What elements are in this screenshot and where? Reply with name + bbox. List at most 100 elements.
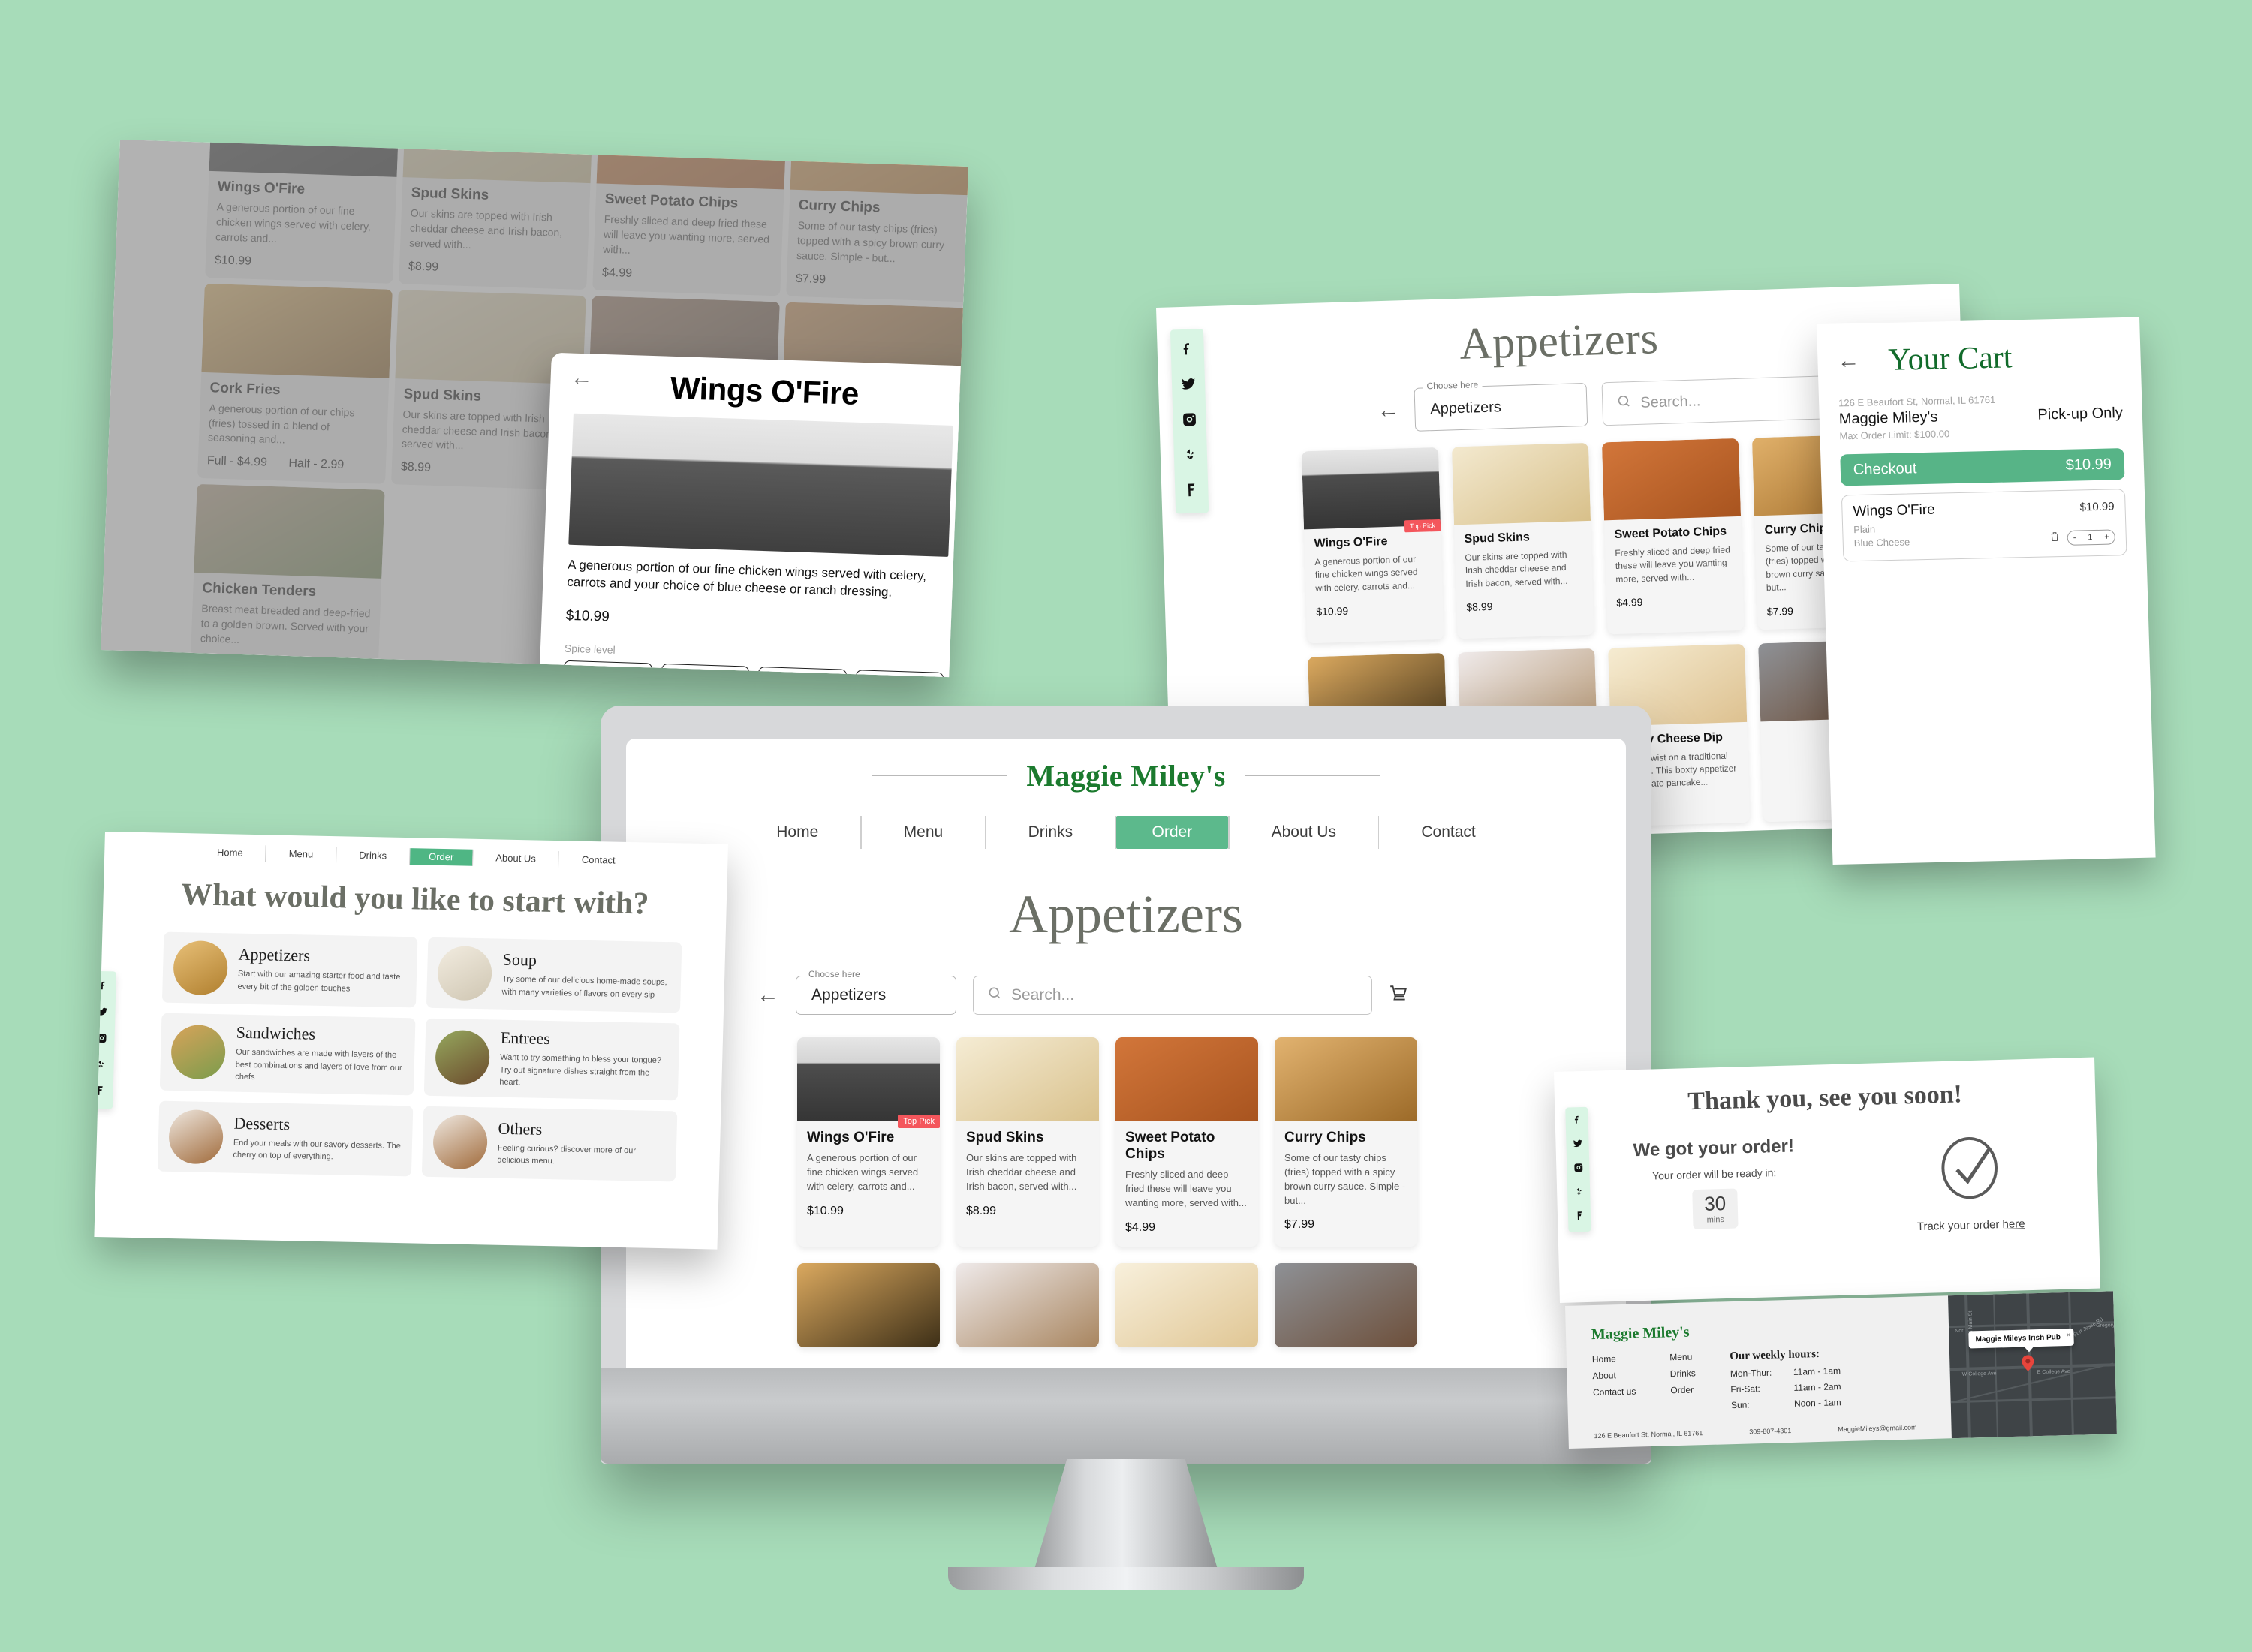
yelp-icon[interactable] bbox=[1574, 1187, 1584, 1200]
trash-icon[interactable] bbox=[2049, 530, 2061, 546]
spice-option-spicy[interactable]: Spicy bbox=[854, 669, 944, 678]
cart-item-quantity-stepper[interactable]: - 1 + bbox=[2067, 529, 2116, 546]
food-card[interactable]: Top Pick Wings O'Fire A generous portion… bbox=[1301, 447, 1444, 643]
hours-time: Noon - 1am bbox=[1793, 1397, 1841, 1409]
foursquare-icon[interactable] bbox=[95, 1085, 106, 1100]
food-card[interactable]: Sweet Potato Chips Freshly sliced and de… bbox=[1115, 1037, 1258, 1247]
twitter-icon[interactable] bbox=[97, 1007, 108, 1021]
facebook-icon[interactable] bbox=[98, 980, 109, 995]
cart-panel: ← Your Cart 126 E Beaufort St, Normal, I… bbox=[1817, 317, 2156, 865]
category-desc: Try some of our delicious home-made soup… bbox=[501, 974, 667, 1000]
twitter-icon[interactable] bbox=[1181, 377, 1197, 396]
social-rail bbox=[1565, 1106, 1591, 1232]
decrement-button[interactable]: - bbox=[2073, 533, 2076, 542]
yelp-icon[interactable] bbox=[95, 1059, 107, 1073]
cart-icon[interactable] bbox=[1389, 984, 1408, 1007]
close-icon[interactable]: × bbox=[2067, 1332, 2070, 1338]
nav-item-drinks[interactable]: Drinks bbox=[336, 847, 409, 865]
dimmed-menu-screen: Wings O'Fire A generous portion of our f… bbox=[101, 140, 968, 678]
start-heading: What would you like to start with? bbox=[180, 877, 649, 922]
spice-option-plain[interactable]: Plain bbox=[563, 660, 652, 678]
nav-item-home[interactable]: Home bbox=[194, 844, 266, 862]
food-card[interactable] bbox=[1115, 1262, 1258, 1347]
nav-item-about-us[interactable]: About Us bbox=[1230, 816, 1378, 849]
food-card[interactable]: Top Pick Wings O'Fire A generous portion… bbox=[797, 1037, 940, 1247]
category-card-desserts[interactable]: Desserts End your meals with our savory … bbox=[157, 1100, 414, 1176]
nav-item-order[interactable]: Order bbox=[1115, 816, 1229, 849]
category-select[interactable]: Choose here Appetizers bbox=[796, 969, 956, 1015]
category-card-others[interactable]: Others Feeling curious? discover more of… bbox=[421, 1106, 678, 1181]
back-arrow-icon[interactable]: ← bbox=[1837, 348, 1860, 374]
map-street-label: E College Ave bbox=[2037, 1368, 2070, 1376]
food-image bbox=[1275, 1262, 1417, 1347]
item-price: $9.99 bbox=[199, 655, 230, 670]
item-desc: A generous portion of our fine chicken w… bbox=[807, 1152, 919, 1192]
food-card[interactable]: Spud Skins Our skins are topped with Iri… bbox=[1451, 442, 1594, 639]
nav-item-order[interactable]: Order bbox=[409, 848, 473, 866]
track-prefix: Track your order bbox=[1916, 1218, 2003, 1234]
location-map[interactable]: Nor N Main St W College Ave E College Av… bbox=[1948, 1291, 2117, 1439]
back-arrow-icon[interactable]: ← bbox=[570, 366, 593, 391]
facebook-icon[interactable] bbox=[1572, 1115, 1582, 1128]
map-street-label: W College Ave bbox=[1961, 1371, 1997, 1377]
nav-item-about-us[interactable]: About Us bbox=[473, 850, 558, 868]
category-card-entrees[interactable]: Entrees Want to try something to bless y… bbox=[423, 1018, 680, 1100]
instagram-icon[interactable] bbox=[96, 1033, 107, 1047]
category-card-soup[interactable]: Soup Try some of our delicious home-made… bbox=[426, 937, 682, 1013]
footer-link-menu[interactable]: Menu bbox=[1669, 1351, 1695, 1362]
search-input[interactable]: Search... bbox=[973, 976, 1372, 1015]
nav-item-contact[interactable]: Contact bbox=[559, 851, 638, 869]
category-select[interactable]: Choose here Appetizers bbox=[1414, 379, 1588, 432]
instagram-icon[interactable] bbox=[1573, 1163, 1583, 1176]
category-desc: Feeling curious? discover more of our de… bbox=[497, 1143, 637, 1166]
spice-option-mild[interactable]: Mild bbox=[757, 666, 847, 678]
item-name: Wings O'Fire bbox=[807, 1130, 895, 1145]
modal-scrollbar[interactable] bbox=[953, 436, 968, 678]
nav-item-contact[interactable]: Contact bbox=[1379, 816, 1517, 849]
footer-link-drinks[interactable]: Drinks bbox=[1670, 1368, 1696, 1379]
search-placeholder: Search... bbox=[1640, 392, 1701, 411]
foursquare-icon[interactable] bbox=[1184, 483, 1200, 502]
back-arrow-icon[interactable]: ← bbox=[757, 984, 779, 1007]
nav-item-menu[interactable]: Menu bbox=[862, 816, 986, 849]
map-pin-tooltip[interactable]: Maggie Mileys Irish Pub × bbox=[1968, 1328, 2075, 1349]
increment-button[interactable]: + bbox=[2104, 533, 2109, 542]
footer-phone[interactable]: 309-807-4301 bbox=[1749, 1427, 1791, 1436]
category-card-appetizers[interactable]: Appetizers Start with our amazing starte… bbox=[161, 931, 418, 1008]
food-card[interactable] bbox=[1275, 1262, 1417, 1347]
footer-email[interactable]: MaggieMileys@gmail.com bbox=[1838, 1423, 1916, 1433]
footer-brand: Maggie Miley's bbox=[1591, 1323, 1690, 1344]
track-order-link[interactable]: here bbox=[2002, 1217, 2025, 1231]
back-arrow-icon[interactable]: ← bbox=[1377, 397, 1400, 423]
yelp-icon[interactable] bbox=[1183, 447, 1199, 467]
nav-item-home[interactable]: Home bbox=[734, 816, 860, 849]
footer-link-about[interactable]: About bbox=[1592, 1370, 1636, 1381]
nav-item-menu[interactable]: Menu bbox=[266, 845, 336, 863]
twitter-icon[interactable] bbox=[1573, 1139, 1582, 1152]
spice-option-sweet[interactable]: Sweet bbox=[660, 663, 750, 678]
check-circle-icon bbox=[1934, 1136, 2007, 1209]
food-image bbox=[1451, 442, 1591, 525]
map-pin-icon[interactable] bbox=[2022, 1355, 2034, 1371]
nav-item-drinks[interactable]: Drinks bbox=[986, 816, 1115, 849]
category-card-sandwiches[interactable]: Sandwiches Our sandwiches are made with … bbox=[159, 1013, 416, 1095]
mockup-stage: Wings O'Fire A generous portion of our f… bbox=[0, 0, 2252, 1652]
map-street-label: Gregory St bbox=[2096, 1323, 2117, 1329]
food-card[interactable]: Spud Skins Our skins are topped with Iri… bbox=[956, 1037, 1099, 1247]
food-card[interactable]: Sweet Potato Chips Freshly sliced and de… bbox=[1601, 438, 1745, 634]
footer-link-contact-us[interactable]: Contact us bbox=[1593, 1386, 1636, 1398]
food-image bbox=[1601, 438, 1742, 521]
category-select-value[interactable]: Appetizers bbox=[796, 976, 956, 1015]
facebook-icon[interactable] bbox=[1179, 342, 1195, 361]
food-card[interactable]: Curry Chips Some of our tasty chips (fri… bbox=[1275, 1037, 1417, 1247]
footer-link-order[interactable]: Order bbox=[1670, 1384, 1696, 1395]
checkout-button[interactable]: Checkout $10.99 bbox=[1840, 448, 2125, 486]
track-order-text: Track your order here bbox=[1843, 1216, 2098, 1235]
hours-days: Mon-Thur: bbox=[1730, 1367, 1772, 1380]
food-card[interactable] bbox=[956, 1262, 1099, 1347]
instagram-icon[interactable] bbox=[1182, 412, 1197, 432]
footer-link-home[interactable]: Home bbox=[1592, 1353, 1636, 1365]
food-card[interactable] bbox=[797, 1262, 940, 1347]
foursquare-icon[interactable] bbox=[1574, 1211, 1584, 1224]
category-thumb bbox=[435, 1030, 491, 1085]
